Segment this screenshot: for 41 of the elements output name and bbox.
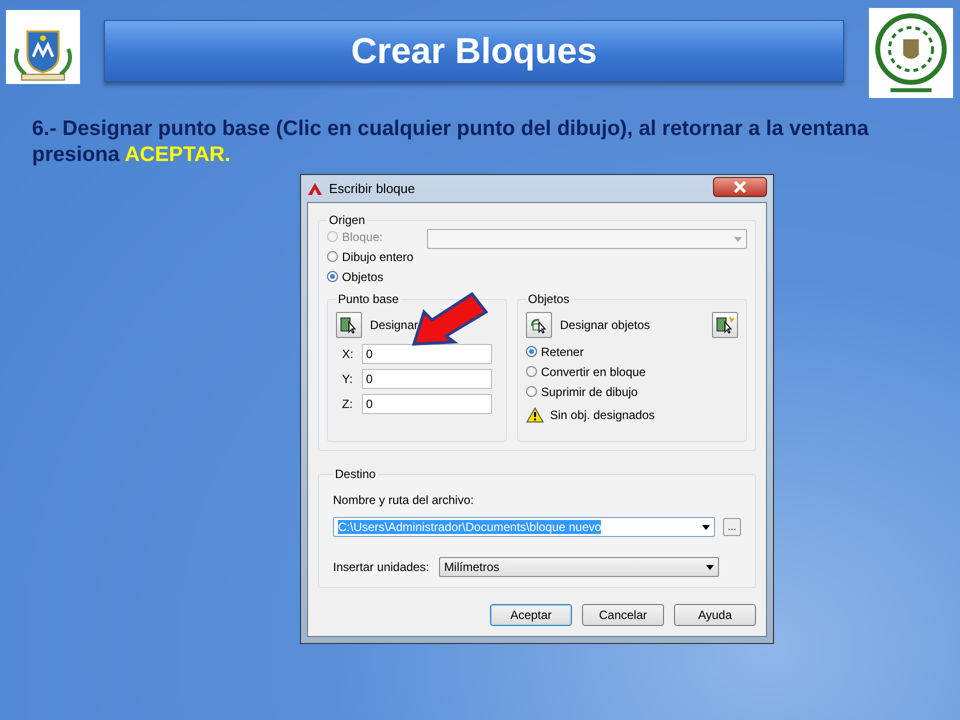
group-label: Origen: [328, 213, 366, 227]
quick-select-icon: [716, 316, 734, 334]
dialog-button[interactable]: Ayuda: [674, 604, 756, 626]
select-objects-icon: [530, 316, 548, 334]
coordinate-field[interactable]: 0: [362, 369, 492, 389]
coordinate-label: X:: [342, 347, 354, 361]
close-icon: [733, 181, 747, 193]
button-label: Designar: [370, 318, 418, 332]
browse-button[interactable]: ...: [723, 518, 741, 536]
pick-point-button[interactable]: [336, 312, 362, 338]
dropdown-arrow-icon: [734, 236, 742, 242]
dropdown-arrow-icon: [702, 524, 710, 530]
dropdown-arrow-icon: [706, 564, 714, 570]
pick-point-icon: [340, 316, 358, 334]
warning-icon: [526, 407, 544, 423]
quick-select-button[interactable]: [712, 312, 738, 338]
field-label: Nombre y ruta del archivo:: [333, 493, 475, 507]
app-icon: [307, 182, 323, 196]
dialog-title: Escribir bloque: [329, 181, 416, 196]
field-label: Insertar unidades:: [333, 560, 430, 574]
button-label: Designar objetos: [560, 318, 650, 332]
radio-option[interactable]: Objetos: [327, 269, 417, 284]
radio-option[interactable]: Retener: [526, 344, 738, 359]
coordinate-field[interactable]: 0: [362, 344, 492, 364]
dialog-button[interactable]: Cancelar: [582, 604, 664, 626]
instruction-text: 6.- Designar punto base (Clic en cualquier punto del dibujo), al retornar a la ventana presiona ACEPTAR.: [32, 116, 870, 168]
warning-text: Sin obj. designados: [550, 408, 655, 422]
units-dropdown[interactable]: Milímetros: [439, 557, 720, 577]
select-objects-button[interactable]: [526, 312, 552, 338]
radio-option[interactable]: Dibujo entero: [327, 249, 417, 264]
radio-option[interactable]: Convertir en bloque: [526, 364, 738, 379]
close-button[interactable]: [713, 177, 767, 197]
coordinate-label: Y:: [342, 372, 354, 386]
group-label: Destino: [334, 467, 377, 481]
dialog-button[interactable]: Aceptar: [490, 604, 572, 626]
radio-option[interactable]: Suprimir de dibujo: [526, 384, 738, 399]
coordinate-field[interactable]: 0: [362, 394, 492, 414]
group-label: Punto base: [337, 292, 400, 306]
slide-title: Crear Bloques: [350, 30, 598, 72]
group-label: Objetos: [527, 292, 570, 306]
coordinate-label: Z:: [342, 397, 354, 411]
